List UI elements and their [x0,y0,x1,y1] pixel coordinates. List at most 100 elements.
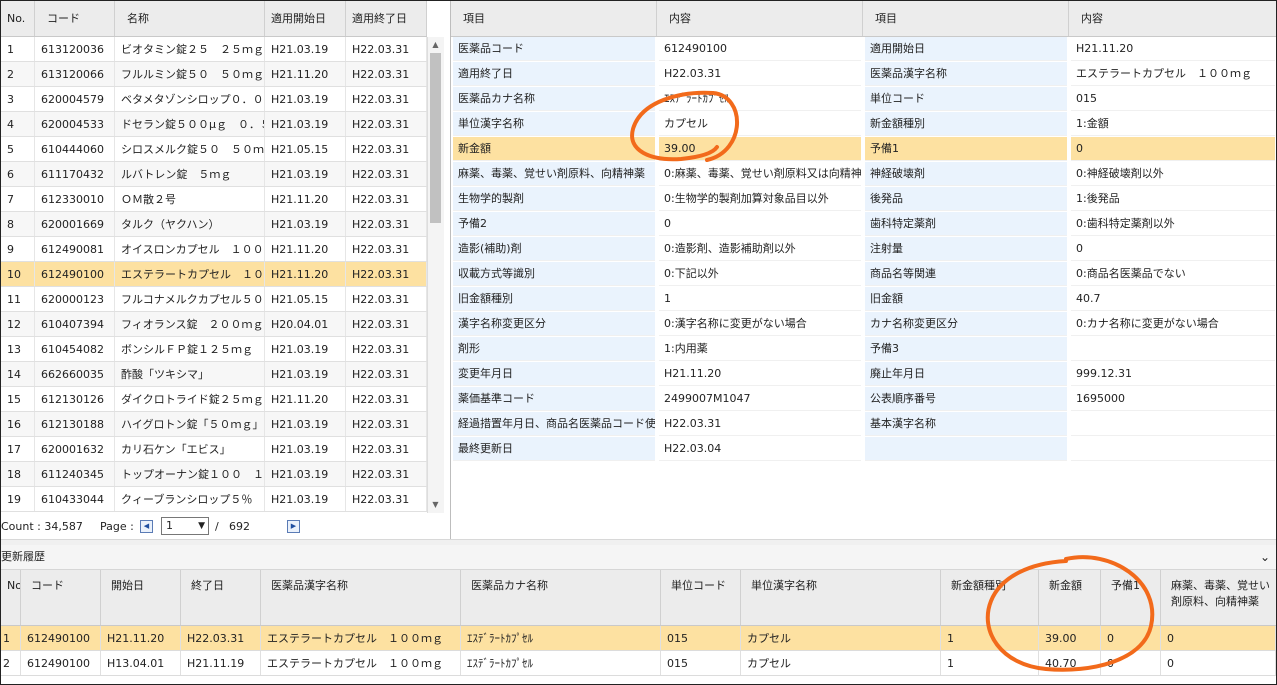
table-row[interactable]: 1 613120036 ビオタミン錠２５ ２５ｍｇ H21.03.19 H22.03.3… [1,37,427,62]
history-cell-mayaku: 0 [1161,626,1276,650]
hist-col-no[interactable]: No [1,570,21,625]
col-start-header[interactable]: 適用開始日 [265,1,346,36]
hist-col-unit-kanji[interactable]: 単位漢字名称 [741,570,941,625]
grid-scrollbar[interactable]: ▲ ▼ [427,37,444,513]
detail-value[interactable] [1071,412,1275,436]
detail-value[interactable]: H22.03.31 [659,412,861,436]
history-cell-code: 612490100 [21,626,101,650]
next-page-icon[interactable]: ▶ [287,520,300,533]
hist-col-unit-code[interactable]: 単位コード [661,570,741,625]
detail-value[interactable]: 1:金額 [1071,112,1275,136]
scroll-down-icon[interactable]: ▼ [430,499,441,511]
table-row[interactable]: 7 612330010 ＯＭ散２号 H21.11.20 H22.03.31 [1,187,427,212]
detail-value[interactable]: 0:造影剤、造影補助剤以外 [659,237,861,261]
history-cell-kingaku_type: 1 [941,651,1039,675]
detail-value[interactable] [1071,337,1275,361]
history-row[interactable]: 1 612490100 H21.11.20 H22.03.31 エステラートカプセル １… [1,626,1276,651]
detail-value[interactable]: 2499007M1047 [659,387,861,411]
history-cell-unit_kanji: カプセル [741,651,941,675]
table-row[interactable]: 4 620004533 ドセラン錠５００μｇ ０．５ H21.03.19 H22.03.… [1,112,427,137]
detail-value[interactable]: 39.00 [659,137,861,161]
table-cell-no: 9 [1,237,35,261]
table-cell-start: H21.03.19 [265,162,346,186]
col-end-header[interactable]: 適用終了日 [346,1,427,36]
detail-value[interactable]: カプセル [659,112,861,136]
collapse-chevron-icon[interactable]: ⌄ [1260,545,1270,569]
table-cell-start: H21.11.20 [265,187,346,211]
detail-value[interactable]: 015 [1071,87,1275,111]
hist-col-code[interactable]: コード [21,570,101,625]
table-row[interactable]: 6 611170432 ルバトレン錠 ５ｍｇ H21.03.19 H22.03.31 [1,162,427,187]
hist-col-kingaku[interactable]: 新金額 [1039,570,1101,625]
detail-value[interactable]: 1:後発品 [1071,187,1275,211]
detail-value[interactable]: 0 [1071,137,1275,161]
table-cell-name: エステラートカプセル １０ [115,262,265,286]
table-row[interactable]: 10 612490100 エステラートカプセル １０ H21.11.20 H22.03.… [1,262,427,287]
detail-value[interactable]: 612490100 [659,37,861,61]
detail-value[interactable]: 0 [1071,237,1275,261]
detail-label [865,437,1067,461]
history-row[interactable]: 2 612490100 H13.04.01 H21.11.19 エステラートカプセル １… [1,651,1276,676]
table-row[interactable]: 9 612490081 オイスロンカプセル １００ｍ H21.11.20 H22.03.… [1,237,427,262]
scroll-thumb[interactable] [430,53,441,223]
table-row[interactable]: 19 610433044 クィーブランシロップ５％ H21.03.19 H22.03.3… [1,487,427,512]
prev-page-icon[interactable]: ◀ [140,520,153,533]
detail-col-item-header: 項目 [451,1,657,36]
table-row[interactable]: 18 611240345 トップオーナン錠１００ １ H21.03.19 H22.03.… [1,462,427,487]
hist-col-end[interactable]: 終了日 [181,570,261,625]
table-cell-end: H22.03.31 [346,212,427,236]
table-row[interactable]: 13 610454082 ボンシルＦＰ錠１２５ｍｇ H21.03.19 H22.03.3… [1,337,427,362]
detail-value[interactable]: 0:歯科特定薬剤以外 [1071,212,1275,236]
hist-col-kana[interactable]: 医薬品カナ名称 [461,570,661,625]
detail-value[interactable]: H22.03.31 [659,62,861,86]
hist-col-yobi1[interactable]: 予備1 [1101,570,1161,625]
detail-value[interactable]: ｴｽﾃﾞﾗｰﾄｶﾌﾟｾﾙ [659,87,861,111]
col-code-header[interactable]: コード [35,1,115,36]
detail-value[interactable]: 0:下記以外 [659,262,861,286]
detail-value[interactable]: 1 [659,287,861,311]
table-row[interactable]: 17 620001632 カリ石ケン「エビス」 H21.03.19 H22.03.31 [1,437,427,462]
scroll-up-icon[interactable]: ▲ [430,39,441,51]
hist-col-start[interactable]: 開始日 [101,570,181,625]
table-row[interactable]: 8 620001669 タルク（ヤクハン） H21.03.19 H22.03.31 [1,212,427,237]
detail-value[interactable]: 0:神経破壊剤以外 [1071,162,1275,186]
table-row[interactable]: 11 620000123 フルコナメルクカプセル５０ｍ H21.05.15 H22.03… [1,287,427,312]
table-row[interactable]: 3 620004579 ベタメタゾンシロップ０．０ H21.03.19 H22.03.3… [1,87,427,112]
detail-value[interactable]: 0:漢字名称に変更がない場合 [659,312,861,336]
table-row[interactable]: 14 662660035 酢酸「ツキシマ」 H21.03.19 H22.03.31 [1,362,427,387]
detail-value[interactable]: 0:麻薬、毒薬、覚せい剤原料又は向精神薬 [659,162,861,186]
detail-value[interactable]: H21.11.20 [1071,37,1275,61]
detail-value[interactable]: 0:商品名医薬品でない [1071,262,1275,286]
detail-value[interactable]: 1:内用薬 [659,337,861,361]
detail-value[interactable]: 1695000 [1071,387,1275,411]
col-no-header[interactable]: No. [1,1,35,36]
table-row[interactable]: 15 612130126 ダイクロトライド錠２５ｍｇ H21.11.20 H22.03.… [1,387,427,412]
table-row[interactable]: 5 610444060 シロスメルク錠５０ ５０ｍ H21.05.15 H22.03.3… [1,137,427,162]
table-row[interactable]: 12 610407394 フィオランス錠 ２００ｍｇ H20.04.01 H22.03.… [1,312,427,337]
table-row[interactable]: 16 612130188 ハイグロトン錠「５０ｍｇ」 H21.03.19 H22.03.… [1,412,427,437]
detail-value[interactable]: 0 [659,212,861,236]
detail-value[interactable]: H22.03.04 [659,437,861,461]
table-cell-name: フルコナメルクカプセル５０ｍ [115,287,265,311]
table-cell-end: H22.03.31 [346,187,427,211]
detail-value[interactable]: 0:生物学的製剤加算対象品目以外 [659,187,861,211]
detail-value[interactable]: 0:カナ名称に変更がない場合 [1071,312,1275,336]
table-cell-no: 19 [1,487,35,511]
page-select[interactable]: 1 ▼ [161,517,209,535]
table-cell-end: H22.03.31 [346,262,427,286]
col-name-header[interactable]: 名称 [115,1,265,36]
detail-value[interactable]: 999.12.31 [1071,362,1275,386]
hist-col-kingaku-type[interactable]: 新金額種別 [941,570,1039,625]
table-cell-end: H22.03.31 [346,412,427,436]
table-cell-code: 613120036 [35,37,115,61]
detail-label: 剤形 [453,337,655,361]
table-cell-code: 610433044 [35,487,115,511]
detail-value[interactable]: H21.11.20 [659,362,861,386]
detail-value[interactable]: 40.7 [1071,287,1275,311]
hist-col-mayaku[interactable]: 麻薬、毒薬、覚せい剤原料、向精神薬 [1161,570,1276,625]
hist-col-kanji[interactable]: 医薬品漢字名称 [261,570,461,625]
detail-value[interactable] [1071,437,1275,461]
detail-value[interactable]: エステラートカプセル １００ｍｇ [1071,62,1275,86]
detail-label: 適用終了日 [453,62,655,86]
table-row[interactable]: 2 613120066 フルルミン錠５０ ５０ｍｇ H21.11.20 H22.03.3… [1,62,427,87]
